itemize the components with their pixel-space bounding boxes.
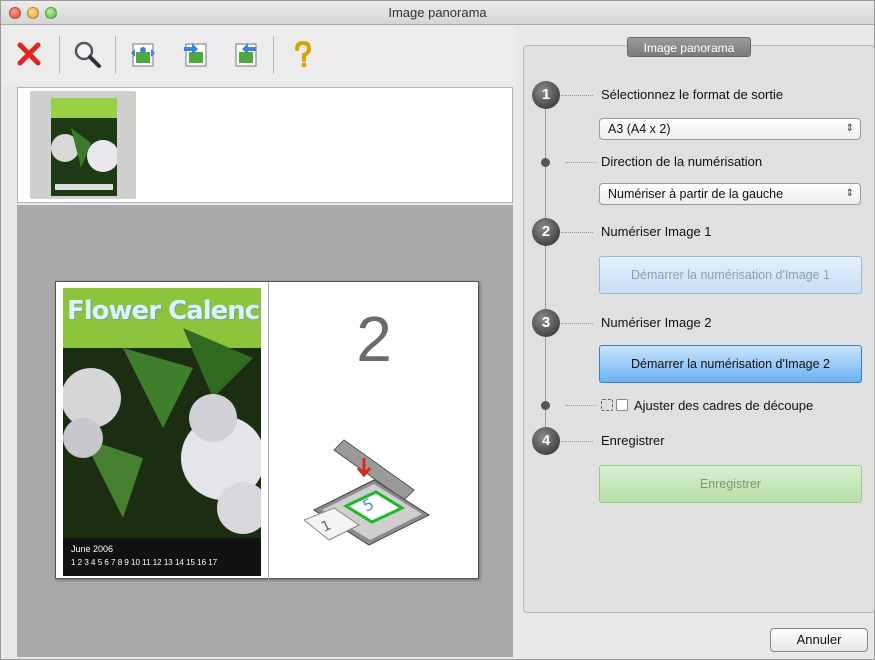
crop-frame-icon [601, 399, 613, 411]
thumbnail-strip [17, 87, 513, 203]
substep-dot [541, 158, 550, 167]
image-tool-icon-3 [235, 43, 257, 67]
image-tool-button-2[interactable] [175, 31, 215, 77]
save-button[interactable]: Enregistrer [599, 465, 862, 503]
window-zoom-button[interactable] [45, 7, 57, 19]
zoom-icon [74, 41, 101, 68]
zoom-button[interactable] [67, 31, 107, 77]
step-dots [566, 162, 596, 163]
thumbnail-item-selected[interactable] [30, 91, 136, 199]
step-dots [561, 95, 593, 96]
photo-caption-text: June 2006 [71, 544, 114, 554]
step-2-badge: 2 [532, 218, 560, 246]
image-tool-icon-1 [131, 43, 155, 67]
step-3-badge: 3 [532, 309, 560, 337]
scanner-illustration: 5 1 [303, 430, 434, 550]
step-1-label: Sélectionnez le format de sortie [601, 87, 784, 102]
scanned-image-1: Flower Calenc June 2006 1 2 3 4 5 6 7 8 … [63, 288, 261, 576]
window-title: Image panorama [388, 5, 487, 20]
toolbar-separator [59, 36, 60, 74]
scan-direction-select[interactable]: Numériser à partir de la gauche ⇕ [599, 183, 861, 205]
toolbar [1, 26, 516, 84]
close-image-button[interactable] [9, 31, 49, 77]
start-scan-image-1-button[interactable]: Démarrer la numérisation d'Image 1 [599, 256, 862, 294]
step-3-label: Numériser Image 2 [601, 315, 712, 330]
image-tool-icon-2 [184, 43, 207, 67]
select-arrows-icon: ⇕ [845, 123, 854, 134]
help-icon [295, 40, 312, 68]
help-button[interactable] [283, 31, 323, 77]
step-dots [566, 405, 596, 406]
adjust-crop-frames-checkbox[interactable] [616, 399, 628, 411]
scan-direction-value: Numériser à partir de la gauche [608, 187, 784, 201]
panel-tab-label: Image panorama [627, 37, 751, 57]
step-4-badge: 4 [532, 427, 560, 455]
panorama-sheet: Flower Calenc June 2006 1 2 3 4 5 6 7 8 … [55, 281, 479, 580]
window-minimize-button[interactable] [27, 7, 39, 19]
app-window: Image panorama Flower Calenc June 2006 1… [0, 0, 875, 660]
step-4-label: Enregistrer [601, 433, 665, 448]
steps-connector [545, 101, 546, 441]
substep-dot [541, 401, 550, 410]
step-dots [561, 232, 593, 233]
select-arrows-icon: ⇕ [845, 188, 854, 199]
adjust-crop-frames-label: Ajuster des cadres de découpe [634, 398, 814, 413]
image-tool-button-1[interactable] [123, 31, 163, 77]
photo-title-text: Flower Calenc [67, 296, 260, 326]
start-scan-image-2-button[interactable]: Démarrer la numérisation d'Image 2 [599, 345, 862, 383]
title-bar: Image panorama [1, 1, 874, 25]
step-dots [561, 323, 593, 324]
step-dots [561, 441, 593, 442]
output-format-value: A3 (A4 x 2) [608, 122, 671, 136]
preview-area: Flower Calenc June 2006 1 2 3 4 5 6 7 8 … [17, 205, 513, 657]
cancel-button[interactable]: Annuler [770, 628, 868, 652]
close-icon [17, 42, 41, 66]
toolbar-separator [273, 36, 274, 74]
toolbar-separator [115, 36, 116, 74]
scan-direction-label: Direction de la numérisation [601, 154, 763, 169]
photo-days-text: 1 2 3 4 5 6 7 8 9 10 11 12 13 14 15 16 1… [71, 558, 218, 567]
step-2-label: Numériser Image 1 [601, 224, 712, 239]
image-tool-button-3[interactable] [225, 31, 265, 77]
output-format-select[interactable]: A3 (A4 x 2) ⇕ [599, 118, 861, 140]
window-close-button[interactable] [9, 7, 21, 19]
step-1-badge: 1 [532, 81, 560, 109]
thumbnail-image [51, 98, 117, 196]
adjust-crop-frames-checkbox-group: Ajuster des cadres de découpe [601, 399, 813, 412]
image-2-placeholder-number: 2 [356, 303, 392, 375]
